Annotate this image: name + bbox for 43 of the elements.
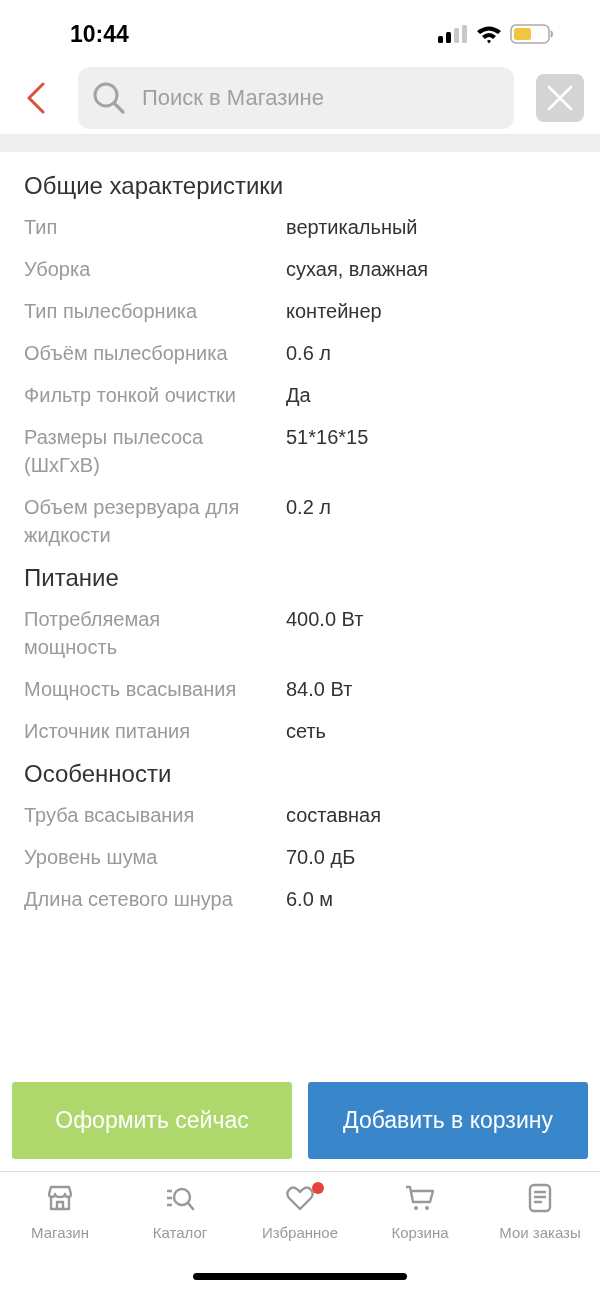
spec-label: Длина сетевого шнура [24, 887, 234, 912]
spec-value: Да [286, 383, 311, 408]
tab-item[interactable]: Мои заказы [480, 1182, 600, 1252]
tab-item[interactable]: Магазин [0, 1182, 120, 1252]
spec-value: сухая, влажная [286, 257, 429, 282]
spec-value: 51*16*15 [286, 425, 369, 450]
search-icon [92, 81, 126, 115]
spec-value: 6.0 м [286, 887, 334, 912]
section-title: Общие характеристики [24, 172, 285, 200]
search-field[interactable]: Поиск в Магазине [78, 67, 514, 129]
tab-item[interactable]: Корзина [360, 1182, 480, 1252]
spec-label: Мощность всасывания [24, 677, 238, 702]
section-title: Питание [24, 564, 120, 592]
spec-label: Тип [24, 215, 59, 240]
tab-item[interactable]: Каталог [120, 1182, 240, 1252]
add-to-cart-button[interactable]: Добавить в корзину [308, 1082, 588, 1159]
spec-label: Источник питания [24, 719, 192, 744]
spec-label: Уборка [24, 257, 92, 282]
spec-value: вертикальный [286, 215, 418, 240]
spec-value: 84.0 Вт [286, 677, 353, 702]
checkout-button[interactable]: Оформить сейчас [12, 1082, 292, 1159]
spec-label: Тип пылесборника [24, 299, 199, 324]
wifi-icon [476, 24, 502, 44]
battery-icon [510, 24, 554, 44]
spec-label: Фильтр тонкой очистки [24, 383, 238, 408]
spec-value: 400.0 Вт [286, 607, 364, 632]
spec-label: Объём пылесборника [24, 341, 229, 366]
spec-label: Потребляемая мощность [24, 607, 162, 660]
section-title: Особенности [24, 760, 173, 788]
spec-value: 0.2 л [286, 495, 332, 520]
status-time: 10:44 [70, 20, 129, 48]
spec-value: 70.0 дБ [286, 845, 356, 870]
spec-label: Труба всасывания [24, 803, 196, 828]
spec-value: контейнер [286, 299, 382, 324]
spec-value: сеть [286, 719, 327, 744]
tab-item[interactable]: Избранное [240, 1182, 360, 1252]
close-icon [547, 85, 573, 111]
spec-label: Размеры пылесоса (ШхГхВ) [24, 425, 205, 478]
spec-label: Уровень шума [24, 845, 159, 870]
spec-value: 0.6 л [286, 341, 332, 366]
spec-value: составная [286, 803, 382, 828]
signal-icon [438, 25, 468, 43]
spec-label: Объем резервуара для жидкости [24, 495, 241, 548]
